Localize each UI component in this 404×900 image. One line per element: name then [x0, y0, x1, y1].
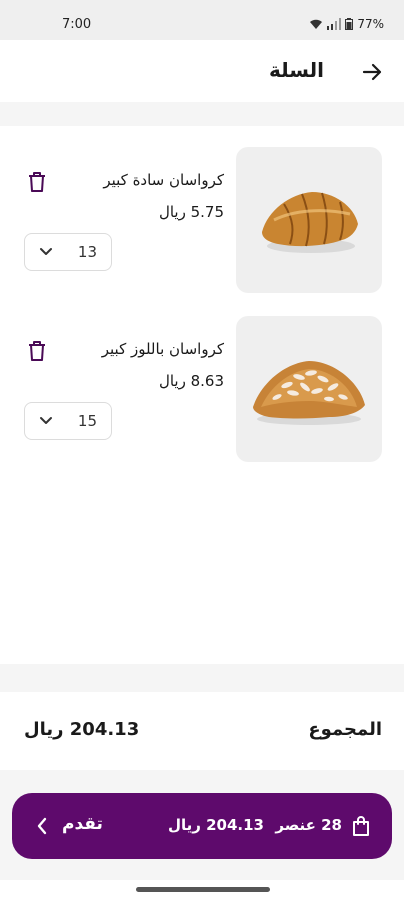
total-value: 204.13 ريال: [24, 719, 140, 740]
delete-button[interactable]: [24, 338, 50, 364]
status-time: 7:00: [62, 17, 92, 32]
item-name: كرواسان سادة كبير: [103, 171, 224, 189]
status-icons: 77%: [309, 17, 384, 31]
checkout-total: 204.13 ريال: [167, 816, 264, 834]
product-image[interactable]: [236, 316, 382, 462]
quantity-value: 15: [77, 412, 97, 430]
wifi-icon: [310, 19, 323, 29]
trash-icon: [29, 172, 45, 192]
home-indicator[interactable]: [136, 887, 270, 892]
status-bar: 7:00 77%: [0, 0, 404, 40]
page-title: السلة: [268, 58, 324, 82]
separator: [0, 102, 404, 126]
item-name: كرواسان باللوز كبير: [101, 340, 224, 358]
plain-croissant-image: [262, 192, 358, 253]
proceed-label: تقدم: [62, 814, 103, 834]
total-label: المجموع: [308, 719, 382, 740]
quantity-value: 13: [77, 243, 97, 261]
separator: [0, 664, 404, 692]
battery-percent: 77%: [357, 17, 384, 31]
almond-croissant-image: [253, 361, 365, 425]
chevron-down-icon: [40, 417, 52, 424]
quantity-select[interactable]: 13: [24, 233, 112, 271]
product-image[interactable]: [236, 147, 382, 293]
chevron-left-icon: [32, 815, 52, 837]
item-price: 8.63 ريال: [158, 372, 224, 390]
item-price: 5.75 ريال: [158, 203, 224, 221]
cart-item: كرواسان سادة كبير 5.75 ريال 13: [0, 147, 404, 297]
arrow-right-icon: [362, 63, 382, 81]
header: السلة: [0, 40, 404, 102]
cart-item: كرواسان باللوز كبير 8.63 ريال 15: [0, 316, 404, 466]
back-button[interactable]: [358, 58, 386, 86]
shopping-bag-icon: [353, 816, 369, 836]
battery-icon: [345, 18, 354, 30]
delete-button[interactable]: [24, 169, 50, 195]
checkout-item-count: 28 عنصر: [275, 816, 342, 834]
quantity-select[interactable]: 15: [24, 402, 112, 440]
chevron-down-icon: [40, 248, 52, 255]
trash-icon: [29, 341, 45, 361]
signal-icon: [327, 18, 342, 30]
checkout-button[interactable]: 28 عنصر 204.13 ريال تقدم: [12, 793, 392, 859]
